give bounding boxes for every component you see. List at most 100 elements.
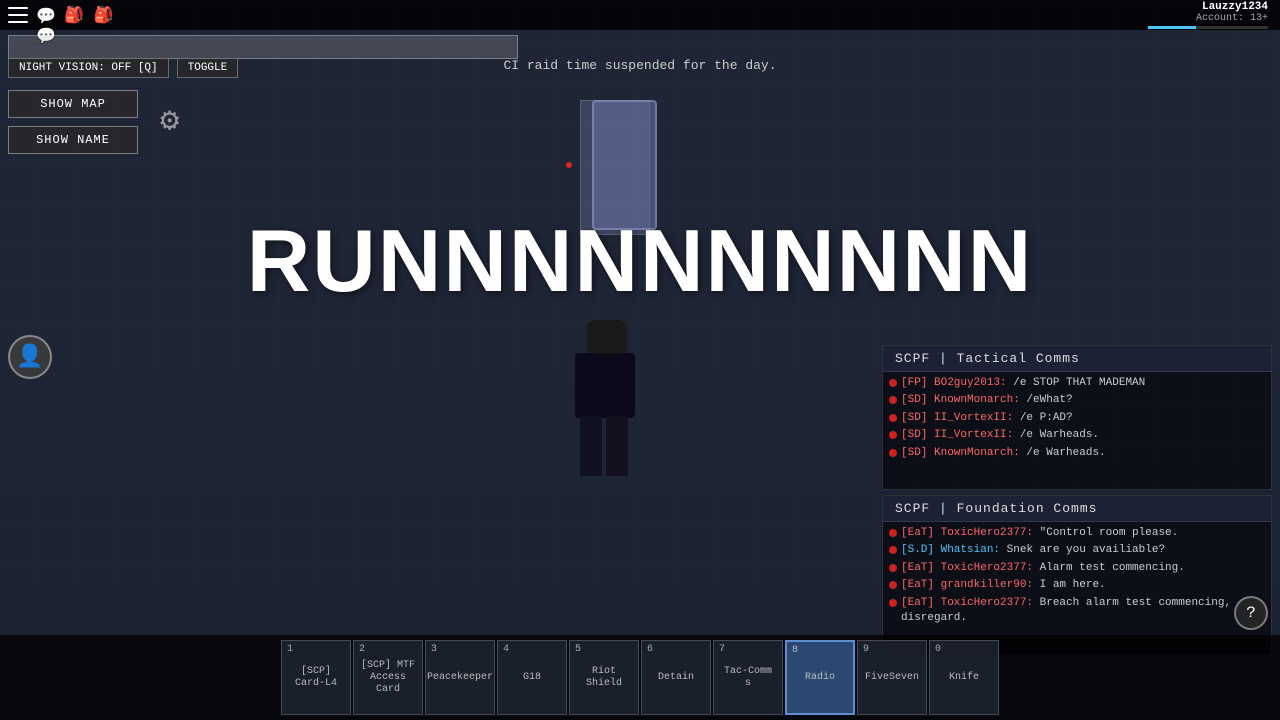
- player-legs: [580, 416, 630, 476]
- account-info-label: Account: 13+: [1148, 13, 1268, 24]
- chat-icon[interactable]: 💬: [36, 6, 56, 24]
- tactical-comms-panel: SCPF | Tactical Comms [FP] BO2guy2013: /…: [882, 345, 1272, 490]
- username-label: Lauzzy1234: [1148, 1, 1268, 13]
- chat-bullet-icon: [889, 414, 897, 422]
- slot-item-label: Riot Shield: [570, 666, 638, 690]
- slot-number-label: 9: [863, 644, 869, 655]
- slot-item-label: Tac-Comm s: [721, 666, 775, 690]
- show-map-button[interactable]: SHOW MAP: [8, 90, 138, 118]
- hotbar-slot[interactable]: 5 Riot Shield: [569, 640, 639, 715]
- slot-item-label: [SCP] MTF Access Card: [358, 660, 418, 696]
- slot-number-label: 3: [431, 644, 437, 655]
- chat-sender: [SD] KnownMonarch:: [901, 394, 1020, 406]
- player-character: [565, 320, 655, 480]
- slot-number-label: 5: [575, 644, 581, 655]
- chat-sender: [EaT] ToxicHero2377:: [901, 597, 1033, 609]
- show-name-button[interactable]: SHOW NAME: [8, 126, 138, 154]
- riot-shield-visual: [592, 100, 657, 230]
- slot-item-label: Peacekeeper: [424, 672, 496, 684]
- list-item: [SD] KnownMonarch: /eWhat?: [889, 393, 1265, 408]
- chat-sender: [S.D] Whatsian:: [901, 544, 1000, 556]
- avatar[interactable]: 👤: [8, 335, 52, 379]
- night-vision-bar: NIGHT VISION: OFF [Q] TOGGLE: [8, 58, 238, 78]
- player-head: [587, 320, 627, 355]
- slot-item-label: Knife: [946, 672, 982, 684]
- hotbar-slot[interactable]: 9 FiveSeven: [857, 640, 927, 715]
- slot-item-label: G18: [520, 672, 544, 684]
- hamburger-menu-button[interactable]: [8, 7, 28, 23]
- chat-content: /eWhat?: [1020, 394, 1073, 406]
- foundation-chat-header: SCPF | Foundation Comms: [883, 496, 1271, 522]
- slot-number-label: 8: [792, 645, 798, 656]
- xp-bar: [1148, 26, 1268, 29]
- chat-bullet-icon: [889, 449, 897, 457]
- chat-bullet-icon: [889, 529, 897, 537]
- xp-bar-fill: [1148, 26, 1196, 29]
- chat-bullet-icon: [889, 546, 897, 554]
- slot-item-label: Detain: [655, 672, 697, 684]
- chat-content: /e P:AD?: [1013, 412, 1072, 424]
- chat-content: "Control room please.: [1033, 527, 1178, 539]
- chat-input[interactable]: DO NOT GO: [8, 35, 518, 59]
- slot-number-label: 2: [359, 644, 365, 655]
- slot-number-label: 6: [647, 644, 653, 655]
- text-input-bar: DO NOT GO: [8, 35, 518, 59]
- red-dot-indicator: [566, 162, 572, 168]
- night-vision-button[interactable]: NIGHT VISION: OFF [Q]: [8, 58, 169, 78]
- player-left-leg: [580, 416, 602, 476]
- chat-content: /e STOP THAT MADEMAN: [1007, 377, 1146, 389]
- list-item: [EaT] ToxicHero2377: "Control room pleas…: [889, 526, 1265, 541]
- list-item: [S.D] Whatsian: Snek are you availiable?: [889, 543, 1265, 558]
- chat-bullet-icon: [889, 396, 897, 404]
- list-item: [SD] II_VortexII: /e Warheads.: [889, 428, 1265, 443]
- player-torso: [575, 353, 635, 418]
- slot-item-label: FiveSeven: [862, 672, 922, 684]
- slot-item-label: [SCP] Card-L4: [292, 666, 340, 690]
- hotbar-slot[interactable]: 1 [SCP] Card-L4: [281, 640, 351, 715]
- tactical-chat-messages: [FP] BO2guy2013: /e STOP THAT MADEMAN [S…: [883, 372, 1271, 465]
- foundation-chat-messages: [EaT] ToxicHero2377: "Control room pleas…: [883, 522, 1271, 630]
- help-button[interactable]: ?: [1234, 596, 1268, 630]
- bag-icon[interactable]: 🎒: [64, 5, 113, 25]
- avatar-icon: 👤: [16, 344, 43, 370]
- chat-content: /e Warheads.: [1020, 447, 1106, 459]
- chat-content: /e Warheads.: [1013, 429, 1099, 441]
- chat-content: I am here.: [1033, 579, 1106, 591]
- chat-content: Snek are you availiable?: [1000, 544, 1165, 556]
- chat-sender: [EaT] ToxicHero2377:: [901, 527, 1033, 539]
- chat-sender: [SD] II_VortexII:: [901, 412, 1013, 424]
- left-panel: SHOW MAP SHOW NAME: [8, 90, 138, 154]
- list-item: [FP] BO2guy2013: /e STOP THAT MADEMAN: [889, 376, 1265, 391]
- chat-sender: [FP] BO2guy2013:: [901, 377, 1007, 389]
- chat-bullet-icon: [889, 599, 897, 607]
- slot-number-label: 1: [287, 644, 293, 655]
- hotbar-slot[interactable]: 6 Detain: [641, 640, 711, 715]
- list-item: [EaT] grandkiller90: I am here.: [889, 578, 1265, 593]
- list-item: [EaT] ToxicHero2377: Alarm test commenci…: [889, 561, 1265, 576]
- hotbar-slot[interactable]: 3 Peacekeeper: [425, 640, 495, 715]
- list-item: [EaT] ToxicHero2377: Breach alarm test c…: [889, 596, 1265, 627]
- hotbar: 1 [SCP] Card-L4 2 [SCP] MTF Access Card 3 Pea…: [0, 635, 1280, 720]
- list-item: [SD] KnownMonarch: /e Warheads.: [889, 446, 1265, 461]
- foundation-comms-panel: SCPF | Foundation Comms [EaT] ToxicHero2…: [882, 495, 1272, 655]
- chat-bullet-icon: [889, 379, 897, 387]
- list-item: [SD] II_VortexII: /e P:AD?: [889, 411, 1265, 426]
- chat-bullet-icon: [889, 581, 897, 589]
- chat-content: Alarm test commencing.: [1033, 562, 1185, 574]
- hotbar-slot[interactable]: 7 Tac-Comm s: [713, 640, 783, 715]
- slot-number-label: 0: [935, 644, 941, 655]
- slot-number-label: 7: [719, 644, 725, 655]
- user-info: Lauzzy1234 Account: 13+: [1148, 1, 1280, 29]
- hotbar-slot[interactable]: 2 [SCP] MTF Access Card: [353, 640, 423, 715]
- chat-bullet-icon: [889, 431, 897, 439]
- hotbar-slot[interactable]: 8 Radio: [785, 640, 855, 715]
- chat-sender: [EaT] ToxicHero2377:: [901, 562, 1033, 574]
- chat-sender: [SD] II_VortexII:: [901, 429, 1013, 441]
- settings-gear-icon[interactable]: ⚙: [160, 100, 179, 140]
- toggle-button[interactable]: TOGGLE: [177, 58, 239, 78]
- slot-item-label: Radio: [802, 672, 838, 684]
- hotbar-slot[interactable]: 0 Knife: [929, 640, 999, 715]
- hotbar-slot[interactable]: 4G18: [497, 640, 567, 715]
- player-right-leg: [606, 416, 628, 476]
- chat-sender: [SD] KnownMonarch:: [901, 447, 1020, 459]
